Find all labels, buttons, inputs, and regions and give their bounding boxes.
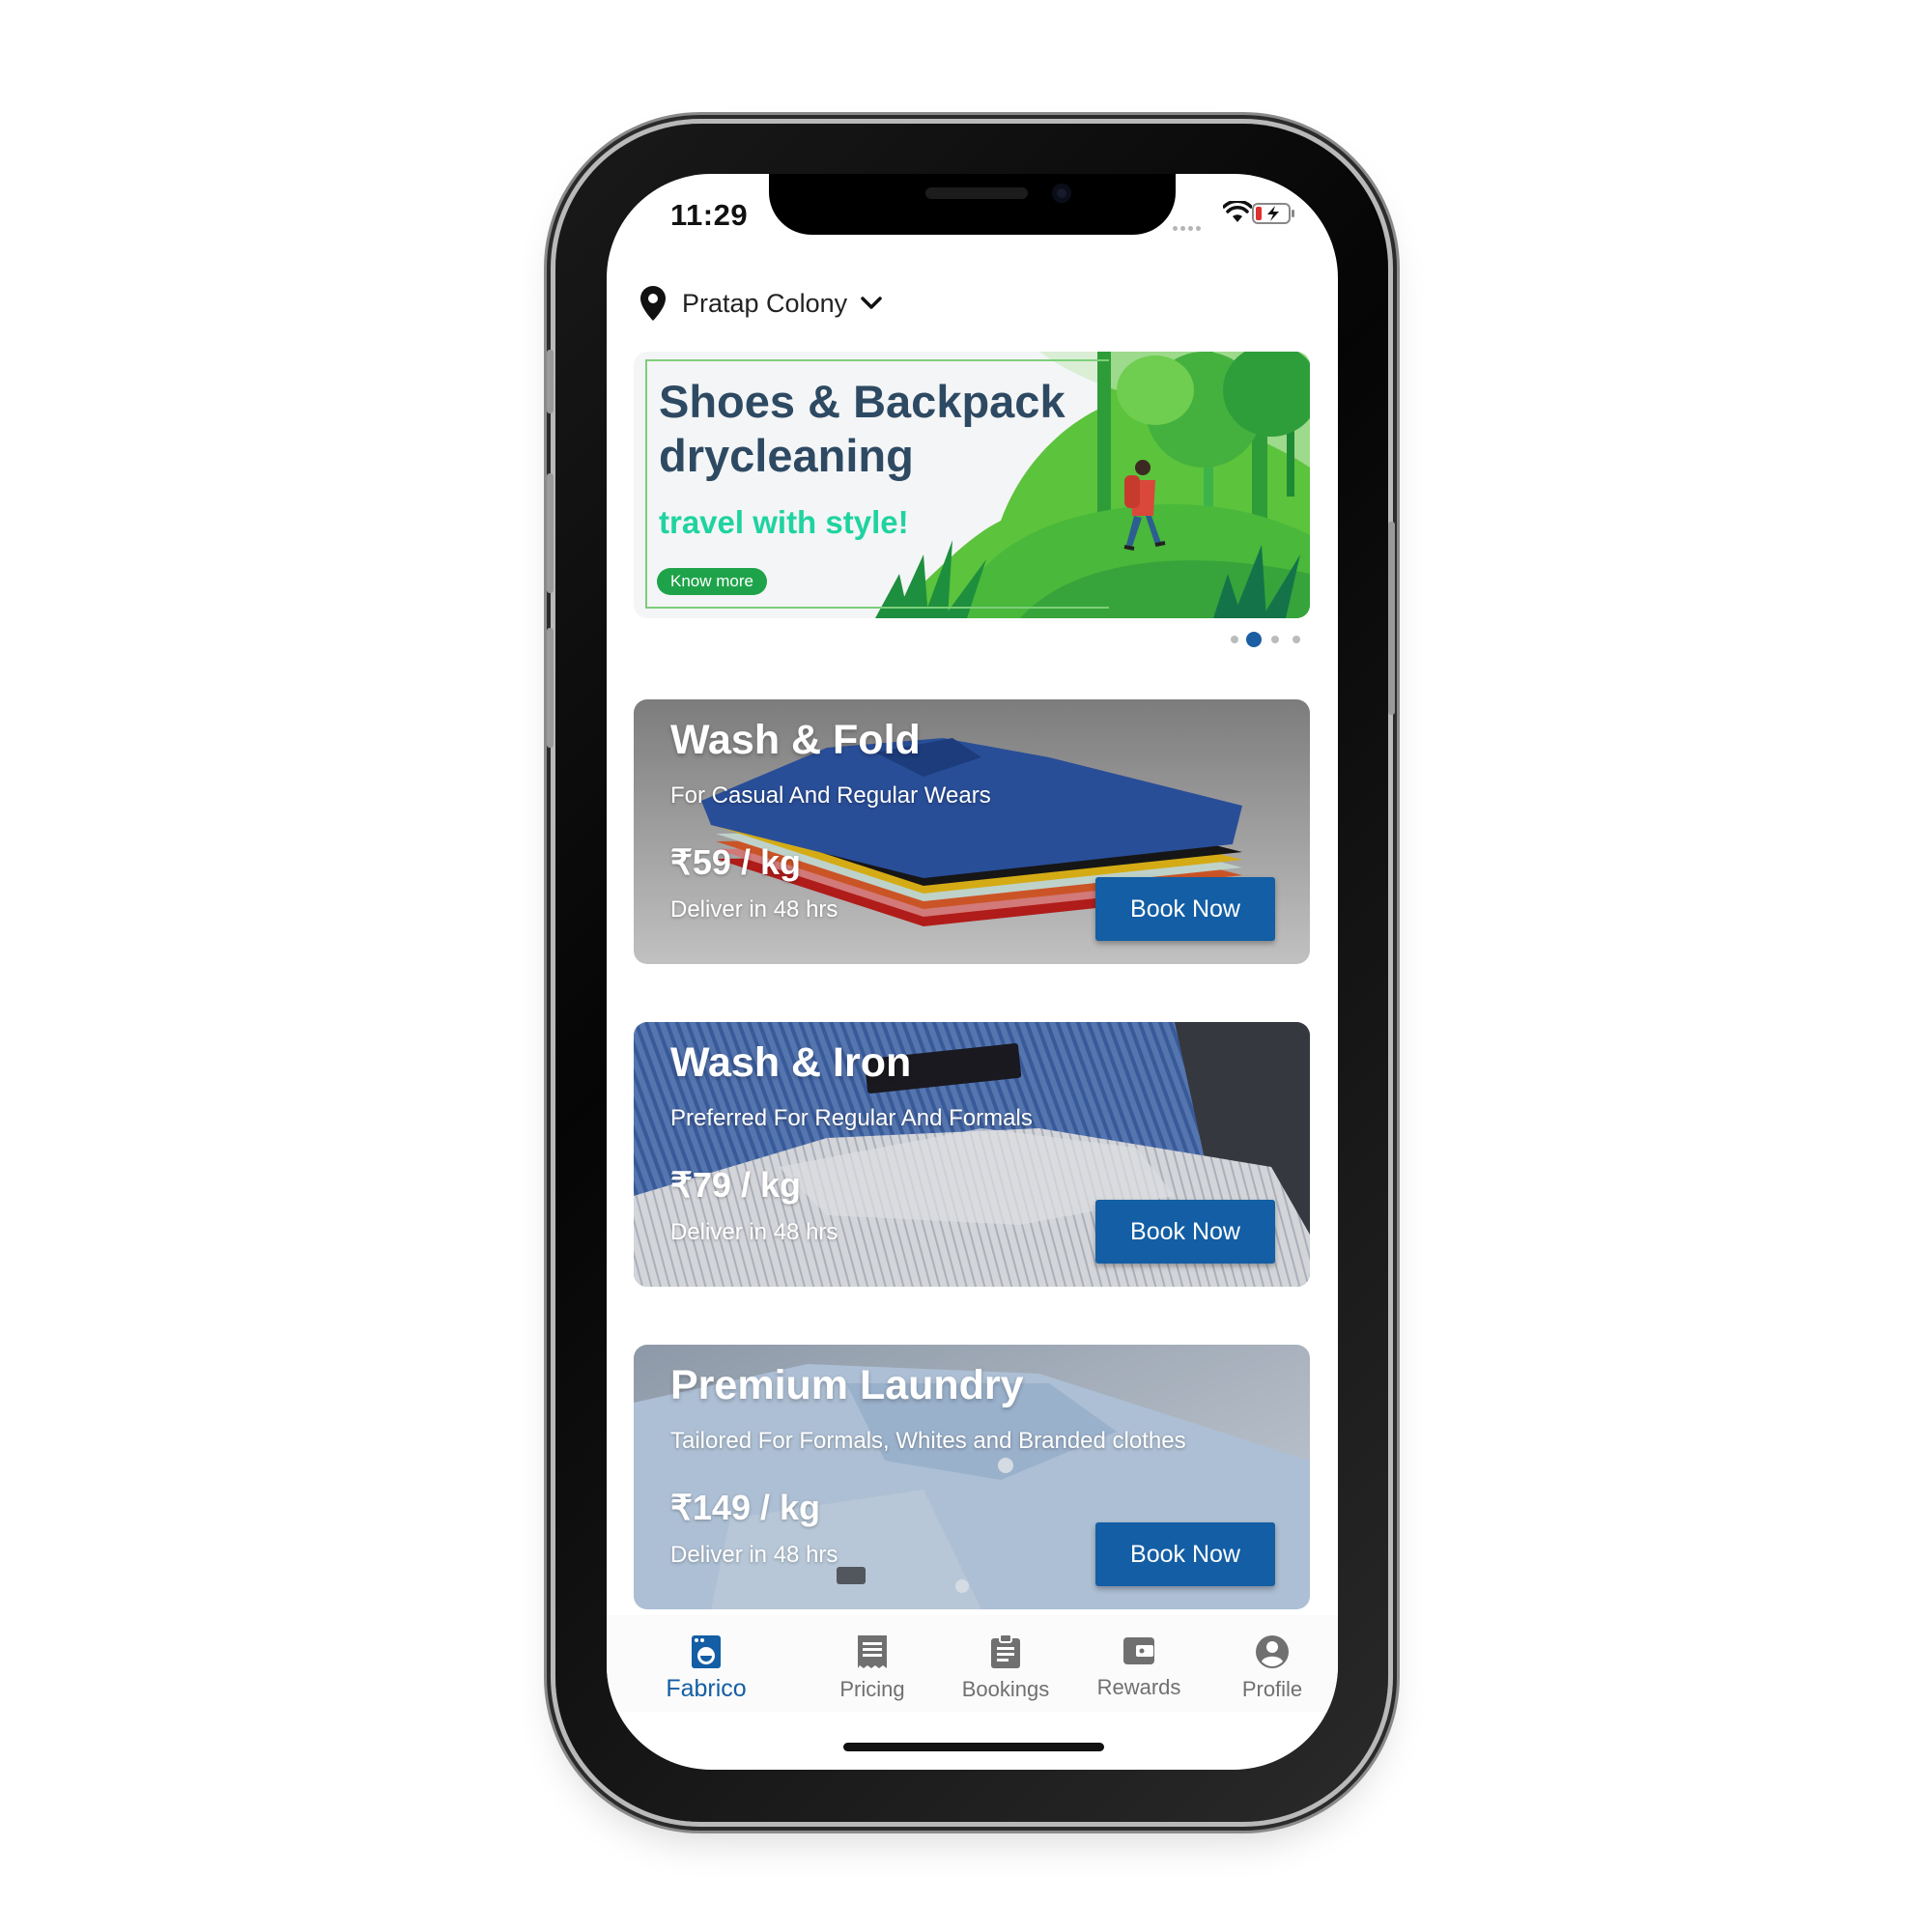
promo-banner[interactable]: Shoes & Backpack drycleaning travel with… <box>634 352 1310 618</box>
speaker <box>925 187 1028 199</box>
silent-switch <box>547 350 554 413</box>
nav-item-profile[interactable]: Profile <box>1209 1634 1335 1702</box>
service-delivery: Deliver in 48 hrs <box>670 1219 838 1245</box>
nav-item-rewards[interactable]: Rewards <box>1076 1634 1202 1700</box>
nav-item-bookings[interactable]: Bookings <box>943 1634 1068 1702</box>
nav-label: Bookings <box>961 1677 1050 1701</box>
service-delivery: Deliver in 48 hrs <box>670 896 838 923</box>
front-camera <box>1052 184 1071 203</box>
carousel-dot[interactable] <box>1271 636 1279 643</box>
service-price: ₹149 / kg <box>670 1488 820 1527</box>
volume-down-button <box>547 628 554 748</box>
nav-label: Profile <box>1241 1677 1303 1701</box>
washing-machine-icon <box>692 1635 721 1668</box>
service-subtitle: Preferred For Regular And Formals <box>670 1105 1033 1131</box>
chevron-down-icon <box>861 297 882 309</box>
status-time: 11:29 <box>670 198 749 232</box>
service-title: Wash & Iron <box>670 1039 912 1086</box>
service-price: ₹79 / kg <box>670 1165 801 1205</box>
wallet-icon <box>1123 1637 1154 1664</box>
location-selector[interactable]: Pratap Colony <box>639 284 882 323</box>
service-card-wash-fold[interactable]: Wash & Fold For Casual And Regular Wears… <box>634 699 1310 964</box>
nav-label: Fabrico <box>666 1675 747 1702</box>
banner-tagline: travel with style! <box>659 504 909 540</box>
carousel-dot[interactable] <box>1231 636 1238 643</box>
power-button <box>1388 522 1395 715</box>
cellular-signal-icon <box>1173 218 1204 236</box>
bottom-navigation: Fabrico Pricing Bookings Rewards Profile <box>607 1615 1338 1712</box>
service-subtitle: Tailored For Formals, Whites and Branded… <box>670 1428 1186 1454</box>
service-delivery: Deliver in 48 hrs <box>670 1542 838 1568</box>
know-more-button[interactable]: Know more <box>657 568 767 595</box>
nav-item-pricing[interactable]: Pricing <box>810 1634 935 1702</box>
banner-title: Shoes & Backpack drycleaning <box>659 376 1065 481</box>
home-indicator[interactable] <box>843 1743 1104 1751</box>
carousel-indicator <box>607 630 1338 649</box>
account-circle-icon <box>1256 1635 1289 1668</box>
location-pin-icon <box>640 286 666 321</box>
service-price: ₹59 / kg <box>670 842 801 882</box>
carousel-dot-active[interactable] <box>1246 632 1262 647</box>
nav-label: Rewards <box>1096 1675 1181 1699</box>
book-now-button[interactable]: Book Now <box>1095 1522 1275 1586</box>
service-card-wash-iron[interactable]: Wash & Iron Preferred For Regular And Fo… <box>634 1022 1310 1287</box>
receipt-icon <box>858 1635 887 1668</box>
notch <box>769 174 1176 235</box>
wifi-icon <box>1223 201 1252 222</box>
nav-label: Pricing <box>839 1677 905 1701</box>
app-screen: 11:29 Pratap Colony Shoes & Backpack dry… <box>607 174 1338 1770</box>
nav-item-fabrico[interactable]: Fabrico <box>643 1634 769 1703</box>
book-now-button[interactable]: Book Now <box>1095 1200 1275 1264</box>
location-label: Pratap Colony <box>682 288 848 318</box>
clipboard-icon <box>991 1634 1020 1668</box>
volume-up-button <box>547 473 554 593</box>
service-subtitle: For Casual And Regular Wears <box>670 782 991 809</box>
carousel-dot[interactable] <box>1293 636 1300 643</box>
battery-charging-icon <box>1252 203 1294 224</box>
service-card-premium-laundry[interactable]: Premium Laundry Tailored For Formals, Wh… <box>634 1345 1310 1609</box>
service-title: Premium Laundry <box>670 1362 1024 1408</box>
service-title: Wash & Fold <box>670 717 921 763</box>
book-now-button[interactable]: Book Now <box>1095 877 1275 941</box>
